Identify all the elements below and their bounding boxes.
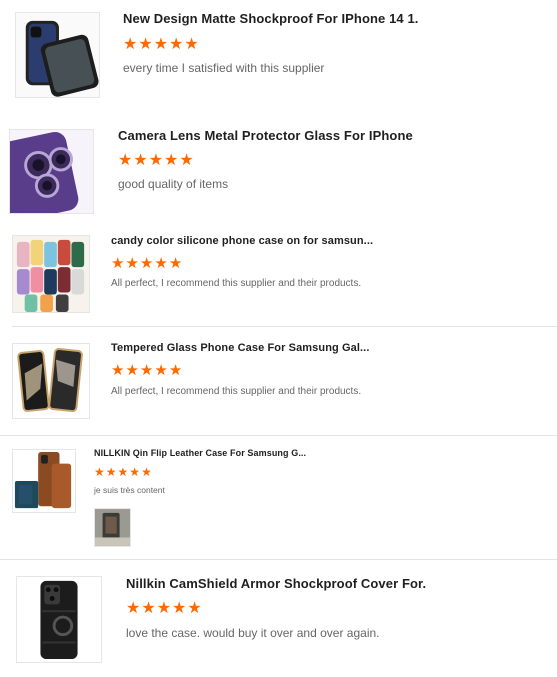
star-icon: ★ bbox=[133, 152, 148, 169]
star-icon: ★ bbox=[117, 465, 129, 479]
star-icon: ★ bbox=[139, 255, 154, 272]
star-icon: ★ bbox=[168, 362, 183, 379]
star-icon: ★ bbox=[156, 600, 172, 617]
review-comment: All perfect, I recommend this supplier a… bbox=[111, 386, 362, 397]
star-icon: ★ bbox=[139, 362, 154, 379]
product-title[interactable]: Camera Lens Metal Protector Glass For IP… bbox=[118, 128, 413, 143]
star-rating: ★ ★ ★ ★ ★ bbox=[94, 466, 152, 478]
star-icon: ★ bbox=[125, 362, 139, 379]
review-comment: All perfect, I recommend this supplier a… bbox=[111, 278, 362, 289]
review-comment: good quality of items bbox=[118, 177, 229, 191]
star-icon: ★ bbox=[154, 255, 168, 272]
star-icon: ★ bbox=[148, 152, 164, 169]
product-title[interactable]: candy color silicone phone case on for s… bbox=[111, 235, 381, 247]
star-icon: ★ bbox=[118, 152, 133, 169]
product-title[interactable]: New Design Matte Shockproof For IPhone 1… bbox=[123, 11, 418, 26]
divider bbox=[0, 435, 557, 436]
star-icon: ★ bbox=[172, 600, 187, 617]
star-icon: ★ bbox=[129, 465, 141, 479]
product-title[interactable]: Nillkin CamShield Armor Shockproof Cover… bbox=[126, 576, 426, 591]
star-rating: ★ ★ ★ ★ ★ bbox=[118, 153, 194, 169]
product-thumbnail[interactable] bbox=[12, 235, 90, 313]
product-title[interactable]: Tempered Glass Phone Case For Samsung Ga… bbox=[111, 342, 381, 354]
star-icon: ★ bbox=[164, 152, 179, 169]
product-title[interactable]: NILLKIN Qin Flip Leather Case For Samsun… bbox=[94, 448, 312, 458]
star-icon: ★ bbox=[153, 36, 169, 53]
product-thumbnail[interactable] bbox=[16, 576, 102, 663]
star-icon: ★ bbox=[111, 362, 125, 379]
star-icon: ★ bbox=[94, 465, 105, 479]
star-icon: ★ bbox=[141, 600, 156, 617]
star-icon: ★ bbox=[168, 255, 183, 272]
star-icon: ★ bbox=[125, 255, 139, 272]
review-comment: every time I satisfied with this supplie… bbox=[123, 61, 325, 75]
star-icon: ★ bbox=[169, 36, 184, 53]
product-thumbnail[interactable] bbox=[12, 343, 90, 419]
review-comment: je suis très content bbox=[94, 485, 165, 495]
product-thumbnail[interactable] bbox=[9, 129, 94, 214]
star-rating: ★ ★ ★ ★ ★ bbox=[123, 37, 199, 53]
star-icon: ★ bbox=[179, 152, 194, 169]
star-icon: ★ bbox=[187, 600, 202, 617]
star-icon: ★ bbox=[123, 36, 138, 53]
review-comment: love the case. would buy it over and ove… bbox=[126, 626, 380, 640]
star-icon: ★ bbox=[138, 36, 153, 53]
star-rating: ★ ★ ★ ★ ★ bbox=[111, 256, 182, 271]
divider bbox=[0, 559, 557, 560]
star-icon: ★ bbox=[105, 465, 117, 479]
star-icon: ★ bbox=[126, 600, 141, 617]
star-icon: ★ bbox=[184, 36, 199, 53]
star-rating: ★ ★ ★ ★ ★ bbox=[126, 601, 202, 617]
star-rating: ★ ★ ★ ★ ★ bbox=[111, 363, 182, 378]
divider bbox=[12, 326, 557, 327]
star-icon: ★ bbox=[154, 362, 168, 379]
product-thumbnail[interactable] bbox=[15, 12, 100, 98]
star-icon: ★ bbox=[141, 465, 152, 479]
review-photo[interactable] bbox=[94, 508, 131, 547]
product-thumbnail[interactable] bbox=[12, 449, 76, 513]
star-icon: ★ bbox=[111, 255, 125, 272]
